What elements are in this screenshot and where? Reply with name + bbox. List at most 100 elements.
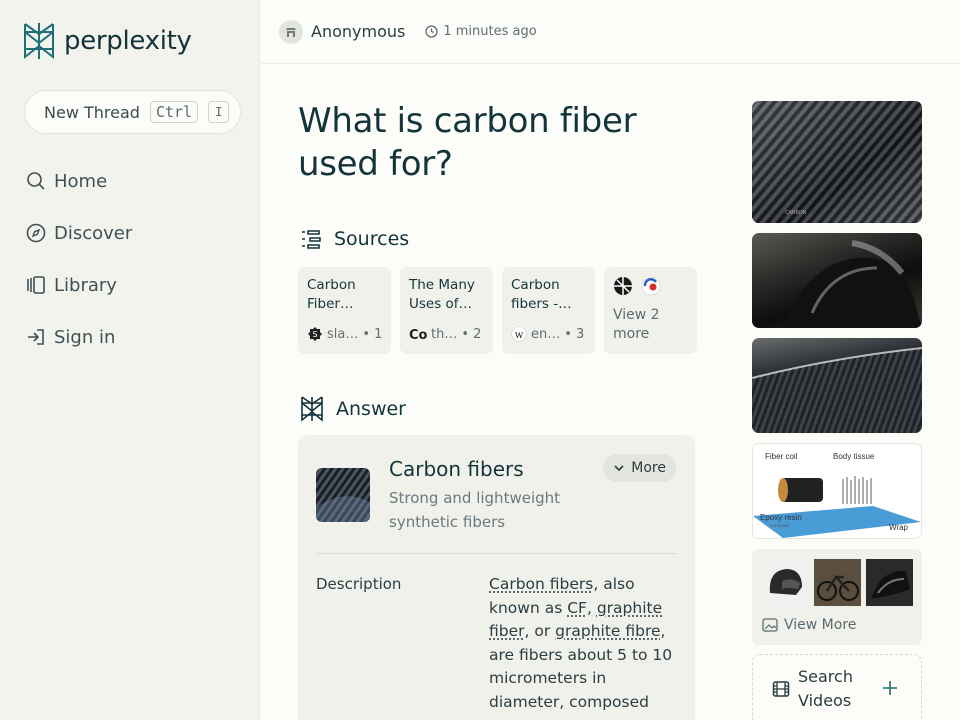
source-title: The Many Uses of…: [409, 277, 475, 312]
source-meta: Co th… • 2: [409, 326, 482, 343]
source-site: th…: [431, 326, 458, 342]
thread-header: Anonymous 1 minutes ago: [261, 0, 960, 64]
wikipedia-icon: w: [511, 326, 527, 342]
source-title: Carbon fibers -…: [511, 277, 572, 312]
bike-image: [814, 559, 861, 606]
source-card[interactable]: Carbon fibers -… w en… • 3: [502, 267, 595, 354]
more-images-card[interactable]: View More: [752, 549, 922, 645]
description-fragment: , or: [524, 622, 556, 640]
image-result-carbon-fabric[interactable]: CARBON: [752, 101, 922, 223]
sources-heading-text: Sources: [334, 228, 410, 250]
sidebar-item-label: Library: [54, 274, 117, 296]
bike-thumbnail: [814, 559, 861, 606]
source-index: • 1: [362, 326, 383, 342]
sources-list: Carbon Fiber… S sla… • 1 The Many Uses o…: [298, 267, 697, 354]
view-more-sources-text: View 2 more: [613, 307, 660, 342]
source-meta: w en… • 3: [511, 326, 584, 342]
image-result-diagram[interactable]: Fiber coil Body tissue Epoxy resin mix l…: [752, 443, 922, 539]
helmet-thumbnail: [762, 559, 809, 606]
sidebar-item-label: Discover: [54, 222, 133, 244]
plus-icon: [883, 681, 897, 695]
view-more-images-label: View More: [784, 617, 857, 633]
source-favicon-icon: [614, 277, 632, 295]
image-result-carbon-sheet[interactable]: [752, 338, 922, 433]
answer-heading: Answer: [300, 396, 406, 422]
new-thread-button[interactable]: New Thread Ctrl I: [24, 90, 241, 134]
svg-text:w: w: [515, 330, 524, 341]
perplexity-answer-icon: [301, 396, 323, 422]
image-results: CARBON Fiber coil Body tissue Epoxy resi…: [752, 101, 922, 655]
new-thread-label: New Thread: [44, 102, 140, 122]
sources-heading: Sources: [300, 228, 409, 250]
knowledge-card-subtitle: Strong and lightweight synthetic fibers: [389, 489, 561, 531]
clock-icon: [425, 25, 438, 38]
view-more-sources-card[interactable]: View 2 more: [604, 267, 697, 354]
sidebar-item-sign-in[interactable]: Sign in: [26, 324, 132, 350]
description-link[interactable]: Carbon fibers: [489, 575, 593, 593]
description-link[interactable]: graphite fibre: [555, 622, 660, 640]
diagram-label: mix liquid: [770, 523, 789, 528]
more-button[interactable]: More: [603, 454, 676, 482]
film-icon: [772, 681, 790, 697]
image-result-carbon-part[interactable]: [752, 233, 922, 328]
user-name: Anonymous: [311, 22, 406, 41]
source-favicon-icon: S: [308, 327, 322, 341]
more-button-label: More: [631, 460, 666, 476]
page-title: What is carbon fiber used for?: [298, 101, 637, 184]
search-icon: [27, 172, 45, 190]
description-text: Carbon fibers, also known as CF, graphit…: [489, 573, 679, 714]
source-index: • 2: [461, 326, 482, 342]
source-favicon-icon: Co: [409, 328, 427, 342]
svg-text:Co: Co: [409, 328, 427, 342]
helmet-image: [769, 569, 802, 595]
perplexity-logo-icon: [24, 23, 54, 60]
answer-heading-text: Answer: [336, 398, 406, 420]
source-title: Carbon Fiber…: [307, 277, 356, 312]
source-meta: S sla… • 1: [307, 326, 382, 342]
carbon-fabric-image: CARBON: [752, 101, 922, 223]
diagram-label: Wrap: [889, 523, 909, 532]
library-icon: [27, 276, 45, 294]
avatar: [279, 19, 303, 44]
sidebar: perplexity New Thread Ctrl I Home Discov…: [0, 0, 260, 720]
image-caption: CARBON: [785, 210, 807, 216]
source-card[interactable]: Carbon Fiber… S sla… • 1: [298, 267, 391, 354]
knowledge-card-image[interactable]: [316, 468, 370, 522]
sidebar-item-discover[interactable]: Discover: [26, 220, 132, 246]
search-videos-button[interactable]: Search Videos: [752, 654, 922, 720]
timestamp-text: 1 minutes ago: [443, 24, 537, 39]
sources-icon: [302, 230, 321, 249]
diagram-label: Body tissue: [833, 452, 875, 461]
divider: [316, 553, 677, 554]
shortcut-i: I: [208, 101, 230, 123]
svg-text:S: S: [312, 330, 317, 339]
timestamp: 1 minutes ago: [425, 24, 537, 39]
more-sources-favicons: [613, 276, 688, 296]
sidebar-item-home[interactable]: Home: [26, 168, 132, 194]
knowledge-card-title: Carbon fibers: [389, 457, 524, 481]
compass-icon: [26, 223, 46, 243]
sidebar-nav: Home Discover Library Sign in: [26, 168, 132, 376]
carbon-sheet-image: [752, 347, 922, 433]
image-icon: [762, 618, 778, 632]
car-seat-image: [866, 559, 913, 606]
chevron-down-icon: [614, 465, 624, 472]
car-seat-thumbnail: [866, 559, 913, 606]
source-site: sla…: [327, 326, 359, 342]
sidebar-item-label: Home: [54, 170, 108, 192]
description-link[interactable]: CF: [567, 599, 587, 617]
logo-text: perplexity: [64, 26, 192, 56]
description-label: Description: [316, 575, 402, 593]
diagram-label: Epoxy resin: [760, 513, 802, 522]
sidebar-item-label: Sign in: [54, 326, 116, 348]
description-fragment: ,: [586, 598, 597, 617]
diagram-label: Fiber coil: [765, 452, 798, 461]
sidebar-item-library[interactable]: Library: [26, 272, 132, 298]
source-site: en…: [531, 326, 561, 342]
more-images-thumbnails: [762, 559, 913, 606]
logo[interactable]: perplexity: [22, 22, 192, 60]
source-card[interactable]: The Many Uses of… Co th… • 2: [400, 267, 493, 354]
source-favicon-icon: [641, 276, 661, 296]
source-index: • 3: [564, 326, 585, 342]
view-more-images[interactable]: View More: [762, 617, 856, 633]
